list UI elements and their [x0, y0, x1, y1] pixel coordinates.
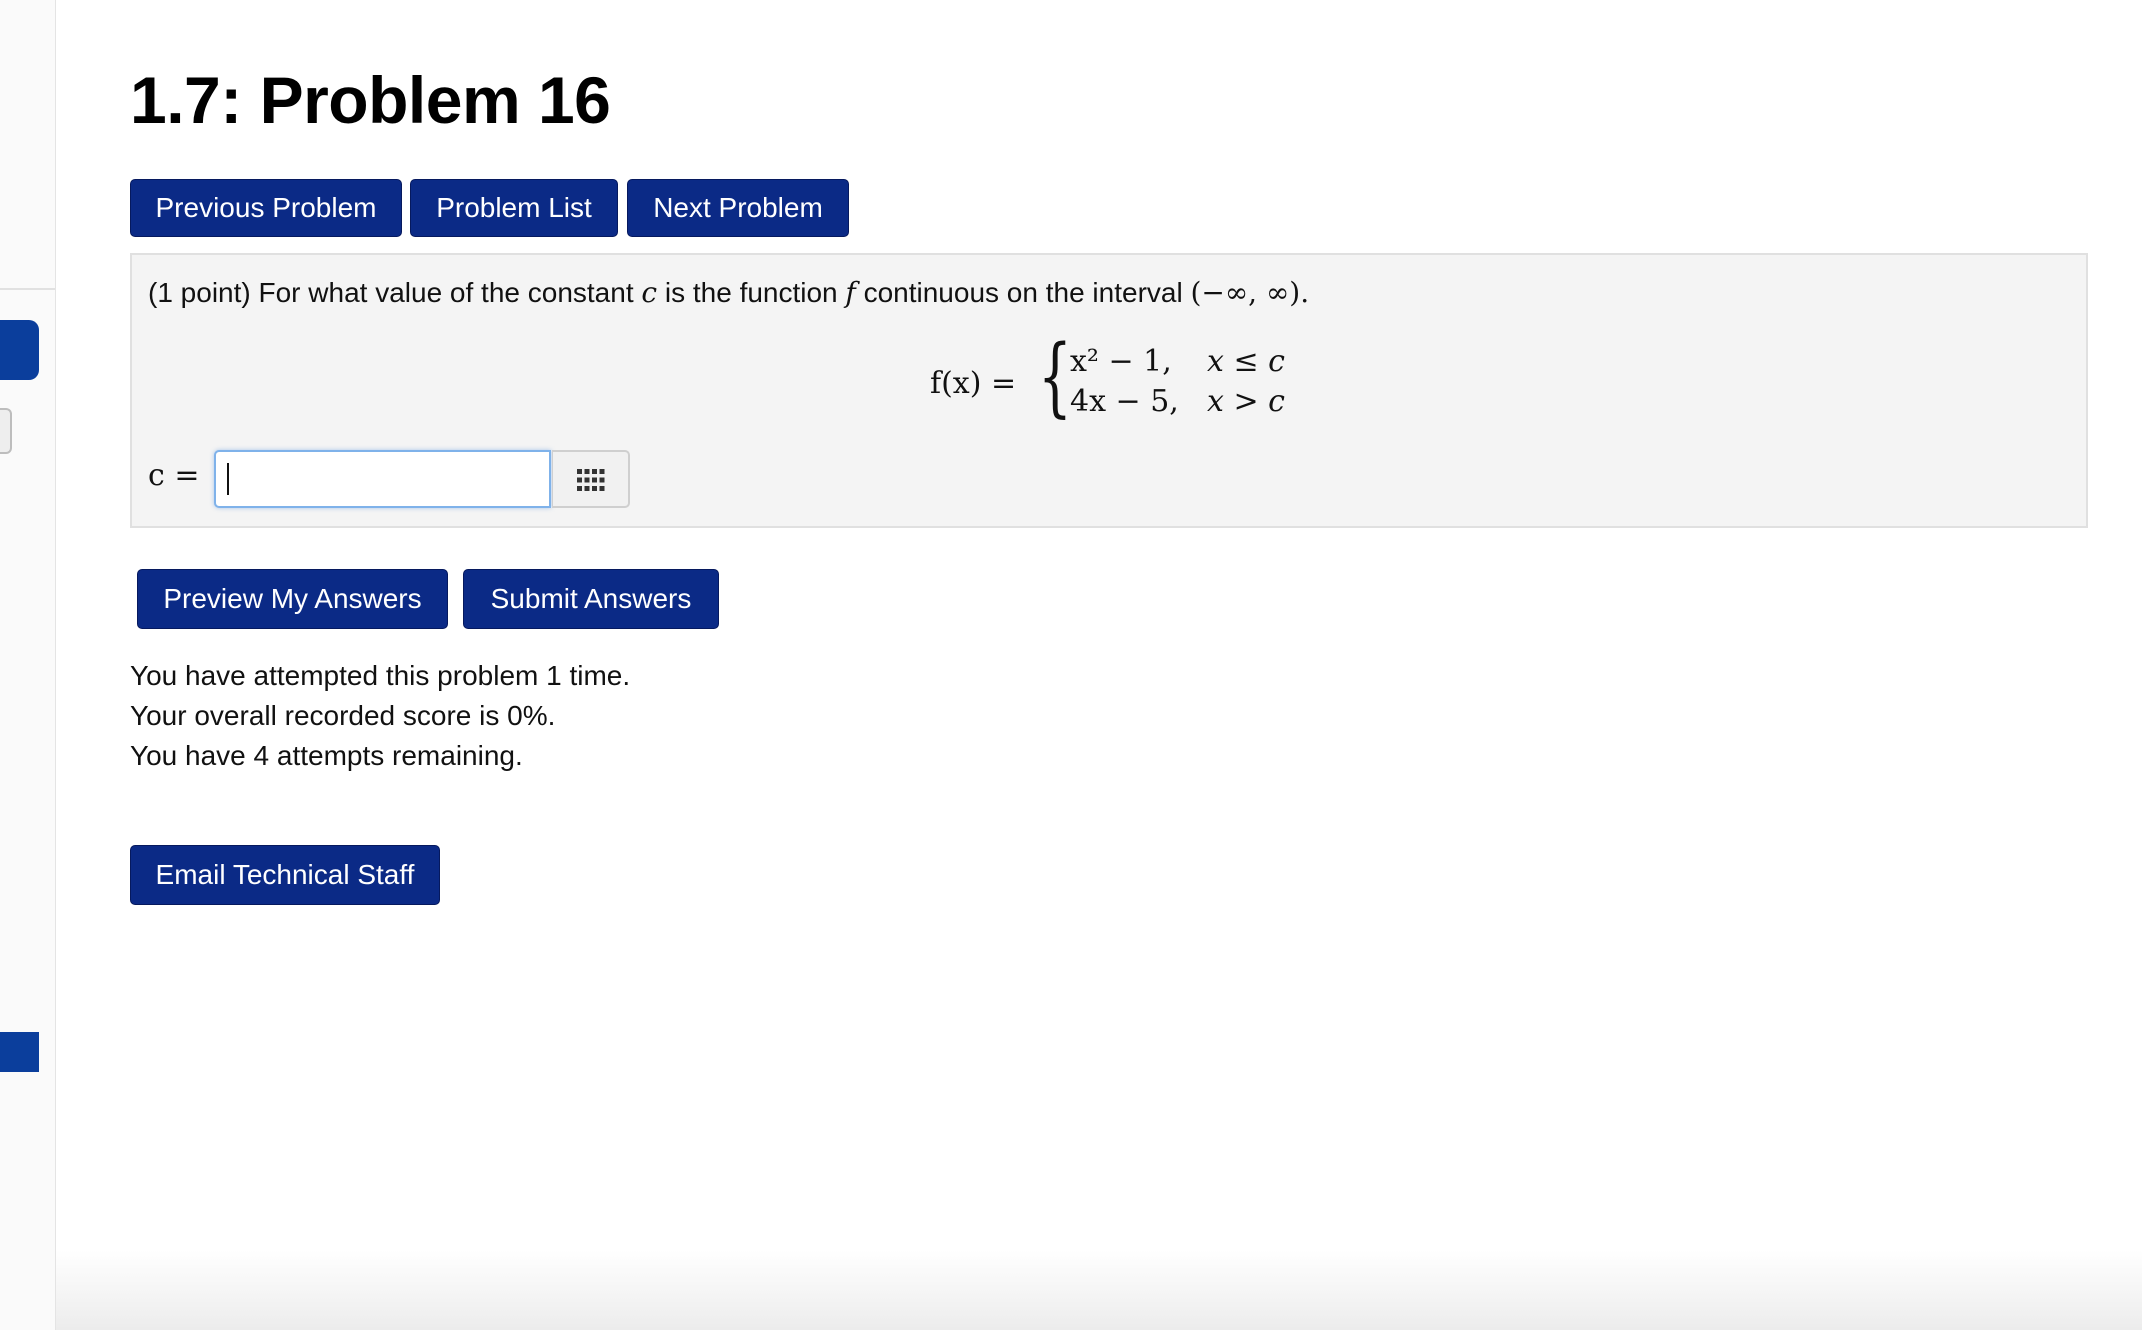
case-2-condition: x > c: [1207, 384, 1285, 419]
email-technical-staff-button[interactable]: Email Technical Staff: [130, 845, 440, 905]
answer-input[interactable]: [214, 450, 551, 508]
bottom-fade: [56, 1250, 2142, 1330]
problem-statement: (1 point) For what value of the constant…: [148, 276, 1309, 309]
keypad-grid-icon: [577, 469, 605, 491]
next-problem-button[interactable]: Next Problem: [627, 179, 849, 237]
problem-list-button[interactable]: Problem List: [410, 179, 618, 237]
left-sidebar: [0, 0, 56, 1330]
sidebar-tab[interactable]: [0, 408, 12, 454]
attempts-status: You have attempted this problem 1 time.: [130, 660, 631, 691]
math-keypad-button[interactable]: [552, 450, 630, 508]
text-caret: [227, 463, 229, 495]
previous-problem-button[interactable]: Previous Problem: [130, 179, 402, 237]
statement-text-2: is the function: [664, 277, 838, 308]
formula-lhs: f(x) =: [930, 366, 1017, 401]
variable-f: f: [845, 276, 856, 309]
points-label: (1 point): [148, 277, 251, 308]
statement-text-1: For what value of the constant: [258, 277, 634, 308]
sidebar-block[interactable]: [0, 1032, 39, 1072]
variable-c: c: [641, 276, 658, 309]
sidebar-divider: [0, 288, 55, 290]
statement-text-3: continuous on the interval: [863, 277, 1183, 308]
formula-brace: {: [1038, 327, 1072, 427]
score-status: Your overall recorded score is 0%.: [130, 700, 556, 731]
preview-answers-button[interactable]: Preview My Answers: [137, 569, 448, 629]
interval: (−∞, ∞).: [1190, 276, 1310, 309]
submit-answers-button[interactable]: Submit Answers: [463, 569, 719, 629]
remaining-status: You have 4 attempts remaining.: [130, 740, 523, 771]
case-1-condition: x ≤ c: [1207, 344, 1285, 379]
page-title: 1.7: Problem 16: [130, 63, 611, 137]
answer-label: c =: [148, 458, 200, 493]
sidebar-active-tab[interactable]: [0, 320, 39, 380]
case-1-expression: x² − 1,: [1070, 344, 1172, 379]
case-2-expression: 4x − 5,: [1070, 384, 1179, 419]
